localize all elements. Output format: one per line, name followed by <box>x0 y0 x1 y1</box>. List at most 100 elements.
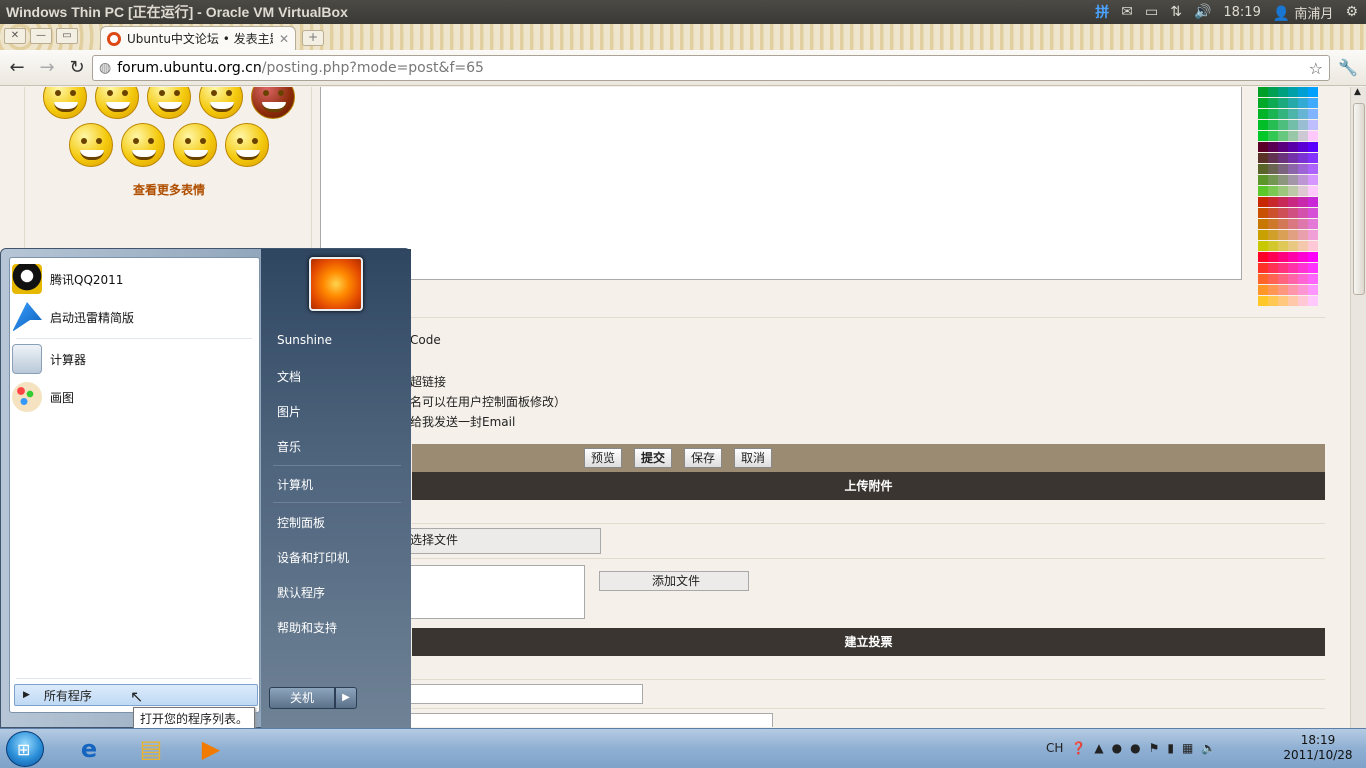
choose-file-button[interactable]: 选择文件 <box>405 528 601 554</box>
start-right-music[interactable]: 音乐 <box>277 438 301 455</box>
color-swatch[interactable] <box>1288 263 1298 273</box>
color-swatch[interactable] <box>1308 285 1318 295</box>
color-swatch[interactable] <box>1288 175 1298 185</box>
color-swatch[interactable] <box>1288 219 1298 229</box>
color-swatch[interactable] <box>1268 252 1278 262</box>
color-swatch[interactable] <box>1298 274 1308 284</box>
start-right-help[interactable]: 帮助和支持 <box>277 619 337 636</box>
color-swatch[interactable] <box>1278 241 1288 251</box>
volume-icon[interactable]: 🔊 <box>1194 4 1211 20</box>
preview-button[interactable]: 预览 <box>584 448 623 468</box>
color-swatch[interactable] <box>1288 98 1298 108</box>
color-swatch[interactable] <box>1298 120 1308 130</box>
language-indicator[interactable]: CH <box>1046 741 1063 755</box>
color-swatch[interactable] <box>1268 164 1278 174</box>
color-swatch[interactable] <box>1298 208 1308 218</box>
color-swatch[interactable] <box>1278 263 1288 273</box>
more-smilies-link[interactable]: 查看更多表情 <box>133 181 205 198</box>
color-swatch[interactable] <box>1308 186 1318 196</box>
reload-icon[interactable]: ↻ <box>64 57 90 78</box>
color-swatch[interactable] <box>1288 296 1298 306</box>
color-swatch[interactable] <box>1288 285 1298 295</box>
gear-icon[interactable]: ⚙ <box>1345 4 1358 20</box>
wrench-icon[interactable]: 🔧 <box>1338 58 1358 77</box>
color-swatch[interactable] <box>1278 120 1288 130</box>
color-swatch[interactable] <box>1298 263 1308 273</box>
start-right-user[interactable]: Sunshine <box>277 333 332 347</box>
color-swatch[interactable] <box>1278 153 1288 163</box>
shutdown-options-button[interactable]: ▶ <box>335 687 357 709</box>
bookmark-star-icon[interactable]: ☆ <box>1309 59 1323 78</box>
smiley-icon[interactable] <box>199 87 243 119</box>
color-swatch[interactable] <box>1268 263 1278 273</box>
color-swatch[interactable] <box>1308 87 1318 97</box>
color-swatch[interactable] <box>1258 230 1268 240</box>
color-swatch[interactable] <box>1308 120 1318 130</box>
start-item-paint[interactable]: 画图 <box>12 380 252 414</box>
page-scrollbar[interactable]: ▲ <box>1350 87 1366 728</box>
color-swatch[interactable] <box>1308 98 1318 108</box>
color-swatch[interactable] <box>1308 175 1318 185</box>
color-swatch[interactable] <box>1288 252 1298 262</box>
close-window-button[interactable]: ✕ <box>4 28 26 44</box>
color-swatch[interactable] <box>1298 131 1308 141</box>
color-swatch[interactable] <box>1268 230 1278 240</box>
color-swatch[interactable] <box>1288 241 1298 251</box>
color-swatch[interactable] <box>1278 186 1288 196</box>
smiley-icon[interactable] <box>173 123 217 167</box>
color-swatch[interactable] <box>1278 197 1288 207</box>
color-swatch[interactable] <box>1288 142 1298 152</box>
panel-clock[interactable]: 18:19 <box>1223 5 1260 20</box>
poll-options-textarea[interactable] <box>405 713 773 727</box>
color-swatch[interactable] <box>1308 252 1318 262</box>
browser-tab[interactable]: Ubuntu中文论坛 • 发表主题 ✕ <box>100 26 296 50</box>
color-swatch[interactable] <box>1298 252 1308 262</box>
color-swatch[interactable] <box>1298 109 1308 119</box>
color-swatch[interactable] <box>1308 197 1318 207</box>
color-swatch[interactable] <box>1258 98 1268 108</box>
volume-icon[interactable]: 🔈 <box>1201 741 1216 755</box>
color-swatch[interactable] <box>1268 131 1278 141</box>
color-swatch[interactable] <box>1298 175 1308 185</box>
color-swatch[interactable] <box>1268 241 1278 251</box>
color-swatch[interactable] <box>1268 98 1278 108</box>
new-tab-button[interactable]: + <box>302 30 324 46</box>
color-swatch[interactable] <box>1308 219 1318 229</box>
color-swatch[interactable] <box>1278 219 1288 229</box>
scroll-up-icon[interactable]: ▲ <box>1354 87 1361 97</box>
color-swatch[interactable] <box>1258 120 1268 130</box>
color-swatch[interactable] <box>1258 186 1268 196</box>
taskbar-ie[interactable]: e <box>62 732 116 766</box>
user-avatar[interactable] <box>309 257 363 311</box>
taskbar-clock[interactable]: 18:19 2011/10/28 <box>1278 733 1358 763</box>
file-comment-textarea[interactable] <box>405 565 585 619</box>
start-right-documents[interactable]: 文档 <box>277 368 301 385</box>
message-textarea[interactable] <box>320 87 1242 280</box>
color-swatch[interactable] <box>1288 197 1298 207</box>
color-swatch[interactable] <box>1258 274 1268 284</box>
smiley-icon[interactable] <box>121 123 165 167</box>
safely-remove-icon[interactable]: ▮ <box>1167 741 1174 755</box>
color-swatch[interactable] <box>1268 186 1278 196</box>
start-right-default-programs[interactable]: 默认程序 <box>277 584 325 601</box>
color-swatch[interactable] <box>1298 219 1308 229</box>
color-swatch[interactable] <box>1288 109 1298 119</box>
color-swatch[interactable] <box>1258 153 1268 163</box>
save-button[interactable]: 保存 <box>684 448 723 468</box>
color-swatch[interactable] <box>1258 164 1268 174</box>
smiley-icon[interactable] <box>43 87 87 119</box>
color-swatch[interactable] <box>1268 142 1278 152</box>
color-swatch[interactable] <box>1278 164 1288 174</box>
color-swatch[interactable] <box>1258 296 1268 306</box>
smiley-icon[interactable] <box>69 123 113 167</box>
address-bar[interactable]: ◍ forum.ubuntu.org.cn/posting.php?mode=p… <box>92 55 1330 81</box>
poll-question-input[interactable] <box>405 684 643 704</box>
minimize-window-button[interactable]: — <box>30 28 52 44</box>
color-swatch[interactable] <box>1258 142 1268 152</box>
color-swatch[interactable] <box>1268 219 1278 229</box>
forward-icon[interactable]: → <box>34 57 60 78</box>
color-swatch[interactable] <box>1268 175 1278 185</box>
add-file-button[interactable]: 添加文件 <box>599 571 749 591</box>
color-swatch[interactable] <box>1308 230 1318 240</box>
mail-icon[interactable]: ✉ <box>1121 4 1133 20</box>
